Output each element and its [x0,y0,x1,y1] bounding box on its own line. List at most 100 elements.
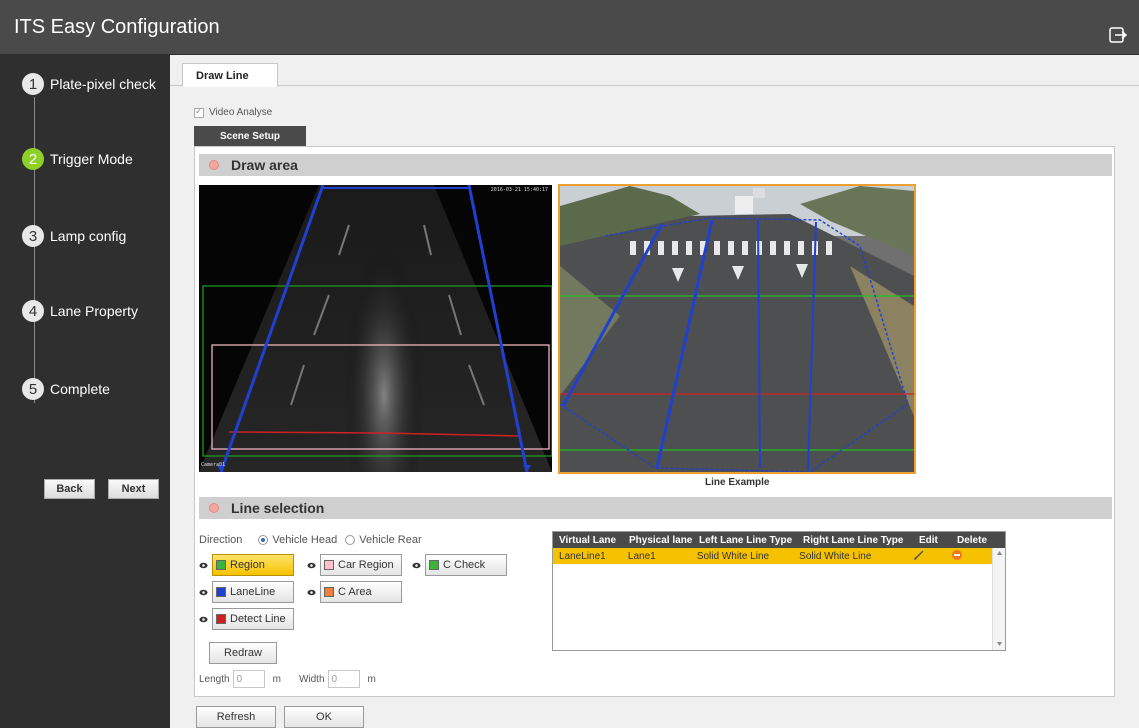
redraw-button[interactable]: Redraw [209,642,277,664]
lane-table: Virtual Lane Physical lane Left Lane Lin… [552,531,1006,651]
eye-icon[interactable] [199,561,208,570]
color-swatch [216,614,226,624]
table-scrollbar[interactable] [992,548,1005,650]
radio-vehicle-head-label: Vehicle Head [272,534,338,546]
step-label: Complete [50,381,110,397]
step-number: 4 [22,300,44,322]
scene-setup-panel: Draw area 2016-03-21 15:40:17 Camera01 L… [194,146,1115,697]
eye-icon[interactable] [307,588,316,597]
radio-vehicle-head[interactable] [258,535,269,545]
col-right-type: Right Lane Line Type [803,534,904,546]
video-analyse-row: Video Analyse [194,106,272,118]
direction-row: Direction Vehicle Head Vehicle Rear [199,534,422,546]
live-camera-image [199,185,552,472]
width-label: Width [298,673,325,685]
radio-vehicle-rear[interactable] [345,535,356,545]
cell-left-type: Solid White Line [696,550,770,562]
step-label: Lane Property [50,303,138,319]
delete-icon[interactable] [951,549,963,561]
width-unit: m [367,673,376,685]
col-delete: Delete [957,534,988,546]
camera-corner-label: Camera01 [201,462,226,468]
car-region-button[interactable]: Car Region [320,554,402,576]
eye-icon[interactable] [199,615,208,624]
exit-icon[interactable] [1109,26,1127,44]
color-swatch [324,560,334,570]
length-input[interactable]: 0 [232,670,265,688]
example-road-image [560,186,914,472]
video-analyse-checkbox[interactable] [194,106,204,118]
region-button[interactable]: Region [212,554,294,576]
wizard-sidebar: 1 Plate-pixel check 2 Trigger Mode 3 Lam… [0,55,170,728]
tab-strip-border [170,85,1139,86]
wizard-step-5[interactable]: 5 Complete [22,377,110,401]
cell-right-type: Solid White Line [799,550,872,562]
scroll-arrows [997,551,1002,646]
step-label: Trigger Mode [50,151,133,167]
back-button[interactable]: Back [44,479,95,499]
section-bullet-icon [209,503,219,513]
line-example-image [558,184,916,474]
option-lane-line: LaneLine [199,581,294,603]
header-bar: ITS Easy Configuration [0,0,1139,55]
line-example-caption: Line Example [705,477,770,488]
color-swatch [429,560,439,570]
tab-scene-setup[interactable]: Scene Setup [194,126,306,147]
eye-icon[interactable] [199,588,208,597]
col-edit: Edit [919,534,938,546]
eye-icon[interactable] [412,561,421,570]
c-area-button[interactable]: C Area [320,581,402,603]
lane-line-label: LaneLine [230,586,276,598]
wizard-step-2[interactable]: 2 Trigger Mode [22,147,133,171]
option-region: Region [199,554,294,576]
draw-area-title: Draw area [231,157,298,173]
c-check-label: C Check [443,559,486,571]
width-input[interactable]: 0 [327,670,360,688]
col-virtual-lane: Virtual Lane [559,534,617,546]
app-title: ITS Easy Configuration [14,16,220,38]
col-left-type: Left Lane Line Type [699,534,793,546]
camera-timestamp: 2016-03-21 15:40:17 [490,187,548,193]
table-row[interactable]: LaneLine1 Lane1 Solid White Line Solid W… [553,548,994,564]
wizard-step-4[interactable]: 4 Lane Property [22,299,138,323]
direction-label: Direction [199,534,243,546]
draw-area-header: Draw area [199,154,1112,176]
step-number: 5 [22,378,44,400]
wizard-step-1[interactable]: 1 Plate-pixel check [22,72,156,96]
live-camera-canvas[interactable]: 2016-03-21 15:40:17 Camera01 [199,185,552,472]
color-swatch [324,587,334,597]
main-content: Draw Line Video Analyse Scene Setup Draw… [170,55,1139,728]
radio-vehicle-rear-label: Vehicle Rear [359,534,422,546]
pencil-icon[interactable] [913,549,925,561]
length-width-row: Length 0 m Width 0 m [199,670,376,688]
line-selection-title: Line selection [231,500,325,516]
lane-table-header: Virtual Lane Physical lane Left Lane Lin… [553,532,1005,548]
refresh-button[interactable]: Refresh [196,706,276,728]
c-check-button[interactable]: C Check [425,554,507,576]
wizard-step-3[interactable]: 3 Lamp config [22,224,126,248]
option-car-region: Car Region [307,554,402,576]
option-c-area: C Area [307,581,402,603]
col-physical-lane: Physical lane [629,534,693,546]
region-label: Region [230,559,265,571]
length-label: Length [199,673,230,685]
cell-virtual-lane: LaneLine1 [559,550,606,562]
section-bullet-icon [209,160,219,170]
car-region-label: Car Region [338,559,394,571]
delete-cell [947,549,994,564]
color-swatch [216,560,226,570]
length-unit: m [272,673,281,685]
edit-cell [909,549,946,564]
lane-line-button[interactable]: LaneLine [212,581,294,603]
step-number: 2 [22,148,44,170]
c-area-label: C Area [338,586,372,598]
eye-icon[interactable] [307,561,316,570]
ok-button[interactable]: OK [284,706,364,728]
line-selection-header: Line selection [199,497,1112,519]
option-c-check: C Check [412,554,507,576]
tab-draw-line[interactable]: Draw Line [182,63,278,87]
next-button[interactable]: Next [108,479,159,499]
detect-line-button[interactable]: Detect Line [212,608,294,630]
step-number: 1 [22,73,44,95]
step-label: Lamp config [50,228,127,244]
